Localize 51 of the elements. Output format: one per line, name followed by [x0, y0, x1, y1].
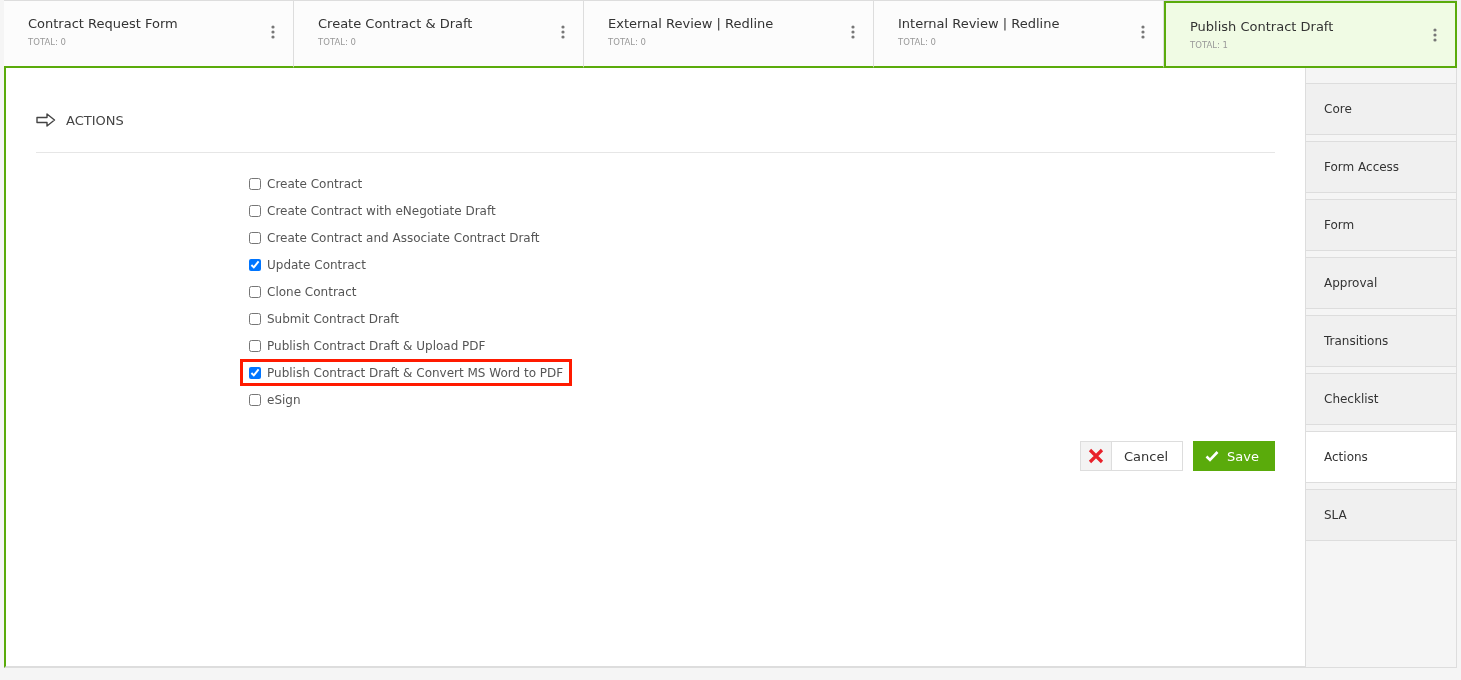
checkbox[interactable] — [249, 285, 261, 298]
close-icon — [1088, 448, 1105, 464]
checkbox-label: Publish Contract Draft & Upload PDF — [267, 338, 486, 353]
checkbox-label: Create Contract — [267, 176, 363, 191]
checkbox-label: Submit Contract Draft — [267, 311, 400, 326]
stage-title: Internal Review | Redline — [898, 16, 1060, 31]
stage-total: TOTAL: 0 — [28, 37, 67, 47]
checkbox[interactable] — [249, 366, 261, 379]
side-tab[interactable]: Checklist — [1306, 373, 1456, 425]
side-tab[interactable]: Actions — [1306, 431, 1456, 483]
more-options-icon[interactable] — [851, 24, 855, 39]
more-options-icon[interactable] — [561, 24, 565, 39]
checkbox[interactable] — [249, 177, 261, 190]
side-tab[interactable]: Form Access — [1306, 141, 1456, 193]
section-title: ACTIONS — [66, 112, 124, 128]
stage-total: TOTAL: 1 — [1190, 40, 1229, 50]
stage-total: TOTAL: 0 — [898, 37, 937, 47]
stage-tab[interactable]: Contract Request Form TOTAL: 0 — [4, 1, 294, 68]
stage-tab[interactable]: External Review | Redline TOTAL: 0 — [584, 1, 874, 68]
checkbox-label: Clone Contract — [267, 284, 357, 299]
cancel-button[interactable]: Cancel — [1080, 441, 1184, 471]
stage-total: TOTAL: 0 — [318, 37, 357, 47]
side-tab[interactable]: Core — [1306, 83, 1456, 135]
stage-title: Contract Request Form — [28, 16, 178, 31]
more-options-icon[interactable] — [1433, 27, 1437, 42]
checkbox[interactable] — [249, 258, 261, 271]
check-icon — [1205, 450, 1220, 462]
side-tab[interactable]: Form — [1306, 199, 1456, 251]
checkbox-label: Publish Contract Draft & Convert MS Word to PDF — [267, 365, 564, 380]
checkbox[interactable] — [249, 312, 261, 325]
stage-tab[interactable]: Publish Contract Draft TOTAL: 1 — [1164, 1, 1457, 68]
stage-tab[interactable]: Internal Review | Redline TOTAL: 0 — [874, 1, 1164, 68]
stage-tab[interactable]: Create Contract & Draft TOTAL: 0 — [294, 1, 584, 68]
stage-total: TOTAL: 0 — [608, 37, 647, 47]
side-tab[interactable]: Approval — [1306, 257, 1456, 309]
checkbox[interactable] — [249, 339, 261, 352]
checkbox-label: eSign — [267, 392, 301, 407]
arrow-right-icon — [36, 113, 56, 127]
checkbox[interactable] — [249, 393, 261, 406]
checkbox[interactable] — [249, 204, 261, 217]
more-options-icon[interactable] — [271, 24, 275, 39]
stage-title: Create Contract & Draft — [318, 16, 473, 31]
more-options-icon[interactable] — [1141, 24, 1145, 39]
checkbox[interactable] — [249, 231, 261, 244]
checkbox-label: Create Contract with eNegotiate Draft — [267, 203, 496, 218]
side-tab[interactable]: Transitions — [1306, 315, 1456, 367]
checkbox-label: Create Contract and Associate Contract Draft — [267, 230, 540, 245]
checkbox-label: Update Contract — [267, 257, 366, 272]
stage-title: Publish Contract Draft — [1190, 19, 1334, 34]
side-tab[interactable]: SLA — [1306, 489, 1456, 541]
stage-title: External Review | Redline — [608, 16, 774, 31]
